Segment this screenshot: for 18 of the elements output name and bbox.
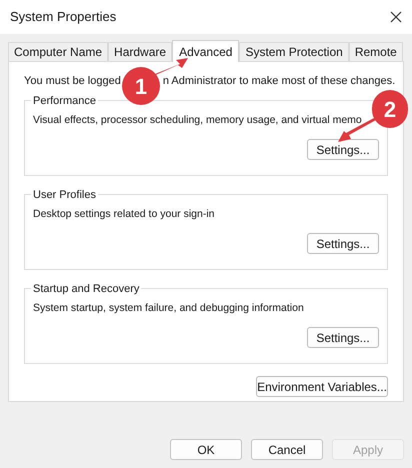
group-description: Visual effects, processor scheduling, memory usage, and virtual memo: [33, 113, 363, 127]
dialog-button[interactable]: OK: [170, 439, 242, 460]
tab[interactable]: Hardware: [108, 42, 172, 61]
tab[interactable]: Computer Name: [8, 42, 108, 61]
settings-button[interactable]: Settings...: [307, 139, 379, 160]
notice-text: You must be logged: [24, 74, 121, 89]
tab[interactable]: Advanced: [172, 40, 240, 62]
group-title: Startup and Recovery: [31, 281, 142, 298]
group-description: System startup, system failure, and debugging information: [33, 301, 305, 315]
tab[interactable]: System Protection: [239, 42, 349, 61]
dialog-button[interactable]: Cancel: [251, 439, 323, 460]
group-description: Desktop settings related to your sign-in: [33, 207, 216, 221]
window-title: System Properties: [10, 8, 116, 26]
settings-button[interactable]: Settings...: [307, 327, 379, 348]
settings-button[interactable]: Settings...: [307, 233, 379, 254]
environment-variables-button[interactable]: Environment Variables...: [256, 376, 388, 397]
close-icon[interactable]: [390, 11, 402, 23]
tab[interactable]: Remote: [348, 42, 403, 61]
